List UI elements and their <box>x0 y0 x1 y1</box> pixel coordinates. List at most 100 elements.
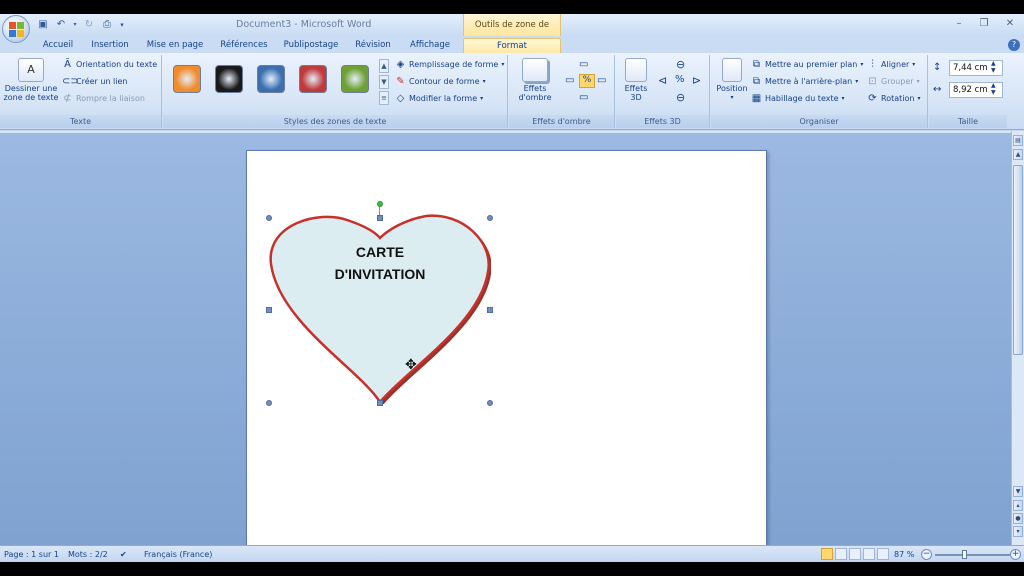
print-preview-icon[interactable]: ⎙ <box>100 18 114 32</box>
position-button[interactable]: Position ▾ <box>714 58 750 102</box>
scroll-up-icon[interactable]: ▲ <box>1013 149 1023 160</box>
tilt-left-icon[interactable]: ⊲ <box>658 74 667 87</box>
position-label: Position <box>716 84 748 93</box>
nudge-shadow-right-icon[interactable]: ▭ <box>597 75 609 87</box>
style-swatch-black[interactable] <box>215 65 243 93</box>
resize-handle-bottom[interactable] <box>377 400 383 406</box>
ruler-toggle-icon[interactable]: ▤ <box>1013 135 1023 146</box>
align-icon: ⫶ <box>871 59 874 70</box>
zoom-in-icon[interactable]: + <box>1010 549 1021 560</box>
tilt-up-icon[interactable]: ⊖ <box>676 58 685 71</box>
width-spinner-icon[interactable]: ▲ ▼ <box>991 82 996 96</box>
full-screen-view-icon[interactable] <box>835 548 847 560</box>
word-count[interactable]: Mots : 2/2 <box>68 549 108 560</box>
rotation-handle[interactable] <box>377 201 383 207</box>
resize-handle-bottom-right[interactable] <box>487 400 493 406</box>
text-orientation-button[interactable]: Ā Orientation du texte <box>62 57 157 72</box>
group-label-texte: Texte <box>0 115 161 128</box>
group-button[interactable]: ⊡ Grouper ▾ <box>867 74 919 89</box>
scroll-down-icon[interactable]: ▼ <box>1013 486 1023 497</box>
shadow-effects-button[interactable]: Effets d'ombre <box>513 58 557 102</box>
page-indicator[interactable]: Page : 1 sur 1 <box>4 549 59 560</box>
customize-icon[interactable]: ▾ <box>118 18 126 32</box>
style-swatch-blue[interactable] <box>257 65 285 93</box>
maximize-button[interactable]: ❐ <box>975 17 993 31</box>
minimize-button[interactable]: – <box>950 17 968 31</box>
shape-fill-label: Remplissage de forme <box>409 60 499 69</box>
undo-dropdown-icon[interactable]: ▾ <box>72 18 78 32</box>
group-styles: ▲ ▼ ≡ ◈ Remplissage de forme ▾ ✎ Contour … <box>163 55 508 128</box>
modify-shape-button[interactable]: ◇ Modifier la forme ▾ <box>395 91 484 106</box>
vertical-scrollbar[interactable]: ▤ ▲ ▼ ▴ ● ▾ <box>1011 131 1024 545</box>
redo-icon[interactable]: ↻ <box>82 18 96 32</box>
height-spinner-icon[interactable]: ▲ ▼ <box>991 60 996 74</box>
gallery-up-icon[interactable]: ▲ <box>379 59 389 73</box>
3d-toggle-icon[interactable]: % <box>675 74 685 85</box>
create-link-button[interactable]: ⊂⊃ Créer un lien <box>62 74 128 89</box>
zoom-slider-track[interactable] <box>935 554 1010 556</box>
nudge-shadow-left-icon[interactable]: ▭ <box>565 75 577 87</box>
zoom-slider-thumb[interactable] <box>962 550 967 559</box>
language-indicator[interactable]: Français (France) <box>144 549 212 560</box>
gallery-down-icon[interactable]: ▼ <box>379 75 389 89</box>
undo-icon[interactable]: ↶ <box>54 18 68 32</box>
group-organiser: Position ▾ ⧉ Mettre au premier plan ▾ ⧉ M… <box>711 55 928 128</box>
tab-format[interactable]: Format <box>463 38 561 53</box>
tab-references[interactable]: Références <box>218 38 270 53</box>
draft-view-icon[interactable] <box>877 548 889 560</box>
style-swatch-green[interactable] <box>341 65 369 93</box>
previous-page-icon[interactable]: ▴ <box>1013 500 1023 511</box>
tab-affichage[interactable]: Affichage <box>406 38 454 53</box>
align-button[interactable]: ⫶ Aligner ▾ <box>867 57 915 72</box>
print-layout-view-icon[interactable] <box>821 548 833 560</box>
style-swatch-red[interactable] <box>299 65 327 93</box>
3d-label-1: Effets <box>624 84 648 93</box>
resize-handle-left[interactable] <box>266 307 272 313</box>
outline-view-icon[interactable] <box>863 548 875 560</box>
word-window: ▣ ↶ ▾ ↻ ⎙ ▾ Document3 - Microsoft Word O… <box>0 14 1024 562</box>
group-icon: ⊡ <box>868 76 877 87</box>
break-link-label: Rompre la liaison <box>76 94 145 103</box>
resize-handle-top-right[interactable] <box>487 215 493 221</box>
ribbon: A Dessiner une zone de texte Ā Orientati… <box>0 53 1024 130</box>
web-layout-view-icon[interactable] <box>849 548 861 560</box>
close-button[interactable]: ✕ <box>1001 17 1019 31</box>
heart-text[interactable]: CARTE D'INVITATION <box>269 241 491 285</box>
nudge-shadow-down-icon[interactable]: ▭ <box>579 92 591 104</box>
scroll-thumb[interactable] <box>1013 165 1023 355</box>
text-wrap-button[interactable]: ▦ Habillage du texte ▾ <box>751 91 845 106</box>
tab-mise-en-page[interactable]: Mise en page <box>144 38 206 53</box>
proofing-icon[interactable]: ✔ <box>120 549 127 560</box>
zoom-level[interactable]: 87 % <box>894 549 914 560</box>
send-to-back-button[interactable]: ⧉ Mettre à l'arrière-plan ▾ <box>751 74 858 89</box>
3d-effects-button[interactable]: Effets 3D <box>618 58 654 102</box>
width-icon: ↔ <box>933 84 942 95</box>
next-page-icon[interactable]: ▾ <box>1013 526 1023 537</box>
tab-revision[interactable]: Révision <box>352 38 394 53</box>
rotate-button[interactable]: ⟳ Rotation ▾ <box>867 91 920 106</box>
save-icon[interactable]: ▣ <box>36 18 50 32</box>
office-button[interactable] <box>2 15 30 43</box>
tab-insertion[interactable]: Insertion <box>88 38 132 53</box>
browse-object-icon[interactable]: ● <box>1013 513 1023 524</box>
resize-handle-top-left[interactable] <box>266 215 272 221</box>
bring-to-front-button[interactable]: ⧉ Mettre au premier plan ▾ <box>751 57 863 72</box>
shape-outline-button[interactable]: ✎ Contour de forme ▾ <box>395 74 485 89</box>
zoom-out-icon[interactable]: − <box>921 549 932 560</box>
break-link-button[interactable]: ⊄ Rompre la liaison <box>62 91 145 106</box>
tab-publipostage[interactable]: Publipostage <box>282 38 340 53</box>
nudge-shadow-up-icon[interactable]: ▭ <box>579 59 591 71</box>
draw-textbox-button[interactable]: A Dessiner une zone de texte <box>3 58 59 102</box>
shape-fill-button[interactable]: ◈ Remplissage de forme ▾ <box>395 57 505 72</box>
tab-accueil[interactable]: Accueil <box>40 38 76 53</box>
resize-handle-right[interactable] <box>487 307 493 313</box>
tilt-right-icon[interactable]: ⊳ <box>692 74 701 87</box>
gallery-more-icon[interactable]: ≡ <box>379 91 389 105</box>
tilt-down-icon[interactable]: ⊖ <box>676 91 685 104</box>
resize-handle-bottom-left[interactable] <box>266 400 272 406</box>
resize-handle-top[interactable] <box>377 215 383 221</box>
style-swatch-orange[interactable] <box>173 65 201 93</box>
help-icon[interactable]: ? <box>1008 39 1020 51</box>
heart-shape[interactable] <box>269 204 491 404</box>
shadow-toggle-icon[interactable]: % <box>579 74 595 88</box>
